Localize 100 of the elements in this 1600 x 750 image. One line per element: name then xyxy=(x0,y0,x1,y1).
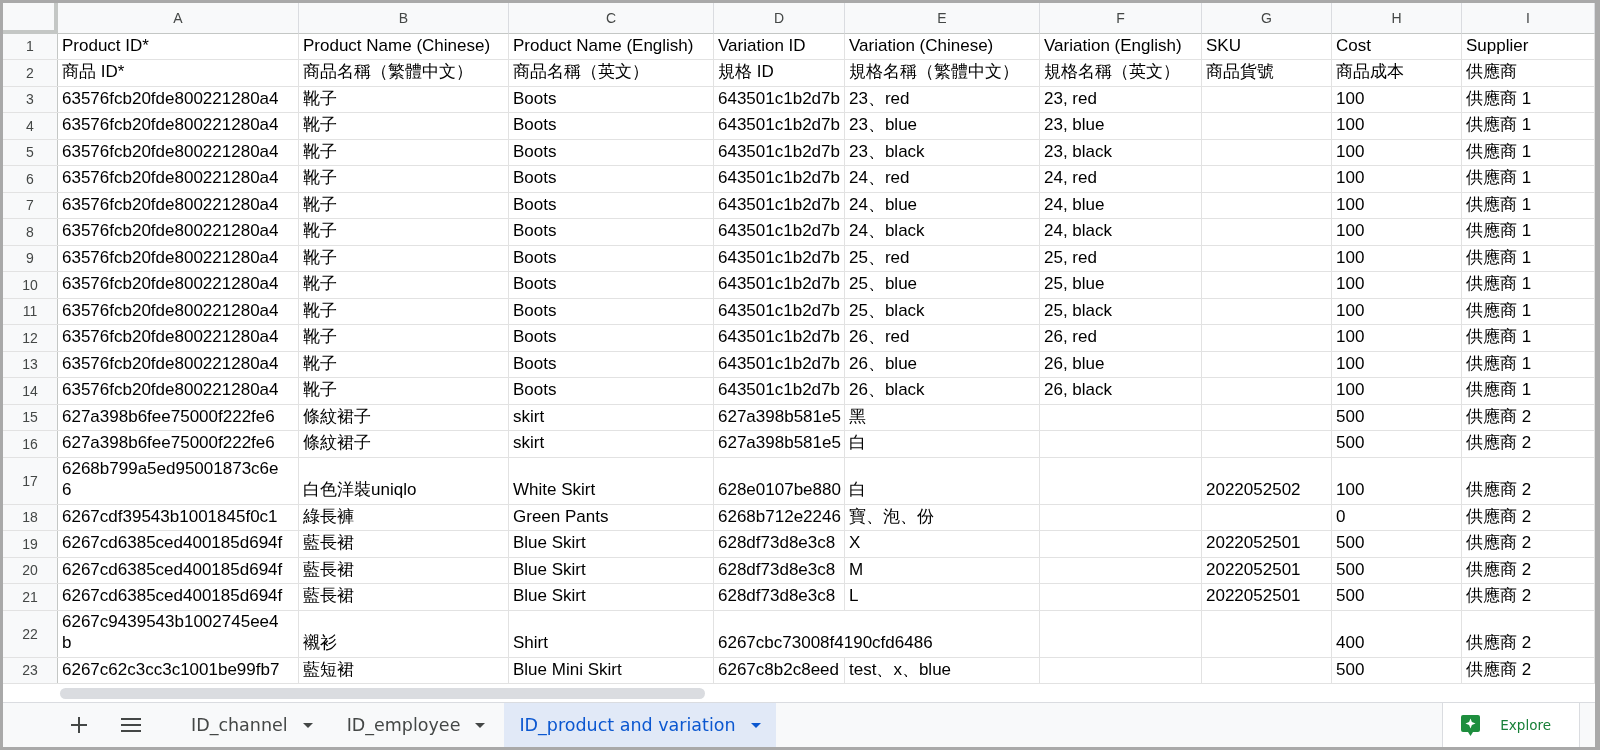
sheet-tab[interactable]: ID_product and variation xyxy=(504,703,776,747)
table-cell-text: Boots xyxy=(512,379,558,401)
table-cell-text: 供應商 1 xyxy=(1465,379,1533,401)
table-cell-text: 6267c9439543b1002745ee4b xyxy=(61,610,280,654)
column-header: A xyxy=(58,3,299,34)
menu-icon[interactable] xyxy=(121,718,141,732)
table-cell-text: 商品成本 xyxy=(1335,61,1405,83)
table-cell-text: 2022052502 xyxy=(1205,479,1302,501)
table-cell-text: 供應商 2 xyxy=(1465,632,1533,654)
table-cell-text: 23, black xyxy=(1043,140,1114,163)
table-cell-text: Boots xyxy=(512,140,558,163)
table-cell-text: 628df73d8e3c8 xyxy=(717,558,837,581)
table-cell-text: 100 xyxy=(1335,114,1366,136)
table-cell-text: 白 xyxy=(848,432,867,454)
table-cell-text: 63576fcb20fde800221280a4 xyxy=(61,87,280,110)
table-cell-text: Supplier xyxy=(1465,34,1530,57)
table-cell-text: 6268b712e2246 xyxy=(717,505,842,528)
table-cell-text: White Skirt xyxy=(512,479,597,501)
caret-icon xyxy=(750,722,761,728)
table-cell-text: Boots xyxy=(512,326,558,348)
table-cell-text: 藍短裙 xyxy=(302,658,355,681)
table-cell-text: 0 xyxy=(1335,505,1347,528)
table-cell-text: 24、red xyxy=(848,167,911,189)
row-number: 6 xyxy=(3,166,58,192)
table-cell-text: 25, red xyxy=(1043,246,1098,269)
add-icon[interactable] xyxy=(71,717,87,733)
row-number: 9 xyxy=(3,245,58,271)
row-number: 17 xyxy=(3,457,58,504)
table-cell-text: Product Name (English) xyxy=(512,34,695,57)
row-number: 21 xyxy=(3,584,58,610)
row-number: 5 xyxy=(3,139,58,165)
table-cell-text: 63576fcb20fde800221280a4 xyxy=(61,140,280,163)
sheet-tab[interactable]: ID_employee xyxy=(331,703,501,747)
row-number: 20 xyxy=(3,557,58,583)
table-cell-text: 靴子 xyxy=(302,246,338,269)
table-cell-text: 規格 ID xyxy=(717,61,775,83)
scrollbar-thumb[interactable] xyxy=(60,688,705,699)
table-cell-text: 643501c1b2d7b xyxy=(717,326,841,348)
table-cell-text: 供應商 1 xyxy=(1465,167,1533,189)
column-header: G xyxy=(1202,3,1332,34)
table-cell-text: 100 xyxy=(1335,352,1366,375)
caret-icon xyxy=(475,722,486,728)
table-cell-text: Green Pants xyxy=(512,505,610,528)
table-cell-text: 靴子 xyxy=(302,193,338,216)
table-cell-text: Product ID* xyxy=(61,34,150,57)
table-cell-text: Boots xyxy=(512,220,558,242)
table-cell-text: 2022052501 xyxy=(1205,558,1302,581)
table-cell-text: 23, blue xyxy=(1043,114,1106,136)
table-cell-text: 100 xyxy=(1335,167,1366,189)
table-cell-text: 100 xyxy=(1335,379,1366,401)
explore-button[interactable]: Explore xyxy=(1442,703,1580,747)
table-cell-text: 供應商 1 xyxy=(1465,220,1533,242)
table-cell-text: 627a398b6fee75000f222fe6 xyxy=(61,405,276,428)
table-cell-text: 500 xyxy=(1335,405,1366,428)
table-cell-text: 400 xyxy=(1335,632,1366,654)
table-cell-text: Blue Mini Skirt xyxy=(512,658,623,681)
table-cell-text: X xyxy=(848,532,862,554)
table-cell-text: 100 xyxy=(1335,273,1366,295)
table-cell-text: 627a398b581e5 xyxy=(717,405,842,428)
table-cell-text: 643501c1b2d7b xyxy=(717,273,841,295)
table-cell-text: Blue Skirt xyxy=(512,532,587,554)
table-cell-text: 供應商 1 xyxy=(1465,326,1533,348)
table-cell-text: skirt xyxy=(512,405,546,428)
table-cell-text: 100 xyxy=(1335,479,1366,501)
table-cell-text: Boots xyxy=(512,114,558,136)
table-cell-text: Boots xyxy=(512,87,558,110)
table-cell-text: 黑 xyxy=(848,405,867,428)
row-number: 23 xyxy=(3,657,58,683)
table-cell-text: 100 xyxy=(1335,193,1366,216)
table-cell-text: test、x、blue xyxy=(848,658,953,681)
table-cell-text: Boots xyxy=(512,352,558,375)
table-cell-text: 靴子 xyxy=(302,273,338,295)
table-cell-text: 500 xyxy=(1335,558,1366,581)
table-cell-text: 24, red xyxy=(1043,167,1098,189)
table-cell-text: 6267cd6385ced400185d694f xyxy=(61,558,284,581)
table-cell-text: 643501c1b2d7b xyxy=(717,87,841,110)
table-cell-text: SKU xyxy=(1205,34,1242,57)
row-number: 13 xyxy=(3,351,58,377)
table-cell-text: Boots xyxy=(512,273,558,295)
table-cell-text: 靴子 xyxy=(302,87,338,110)
table-cell-text: 襯衫 xyxy=(302,632,338,654)
table-cell-text: 藍長裙 xyxy=(302,558,355,581)
caret-icon xyxy=(302,722,313,728)
row-number: 8 xyxy=(3,219,58,245)
table-cell-text: 25、black xyxy=(848,299,926,322)
sheet-tab[interactable]: ID_channel xyxy=(176,703,328,747)
column-header: F xyxy=(1040,3,1202,34)
table-cell-text: 白色洋裝uniqlo xyxy=(302,479,418,501)
table-cell-text: 供應商 1 xyxy=(1465,352,1533,375)
row-number: 2 xyxy=(3,60,58,86)
row-number: 10 xyxy=(3,272,58,298)
table-cell-text: 供應商 2 xyxy=(1465,558,1533,581)
table-cell-text: 627a398b581e5 xyxy=(717,432,842,454)
table-cell-text: 靴子 xyxy=(302,140,338,163)
table-cell-text: 供應商 1 xyxy=(1465,87,1533,110)
column-header: I xyxy=(1462,3,1595,34)
table-cell-text: 24、black xyxy=(848,220,926,242)
table-cell-text: Variation ID xyxy=(717,34,807,57)
table-cell-text: 靴子 xyxy=(302,352,338,375)
table-cell-text: 100 xyxy=(1335,220,1366,242)
